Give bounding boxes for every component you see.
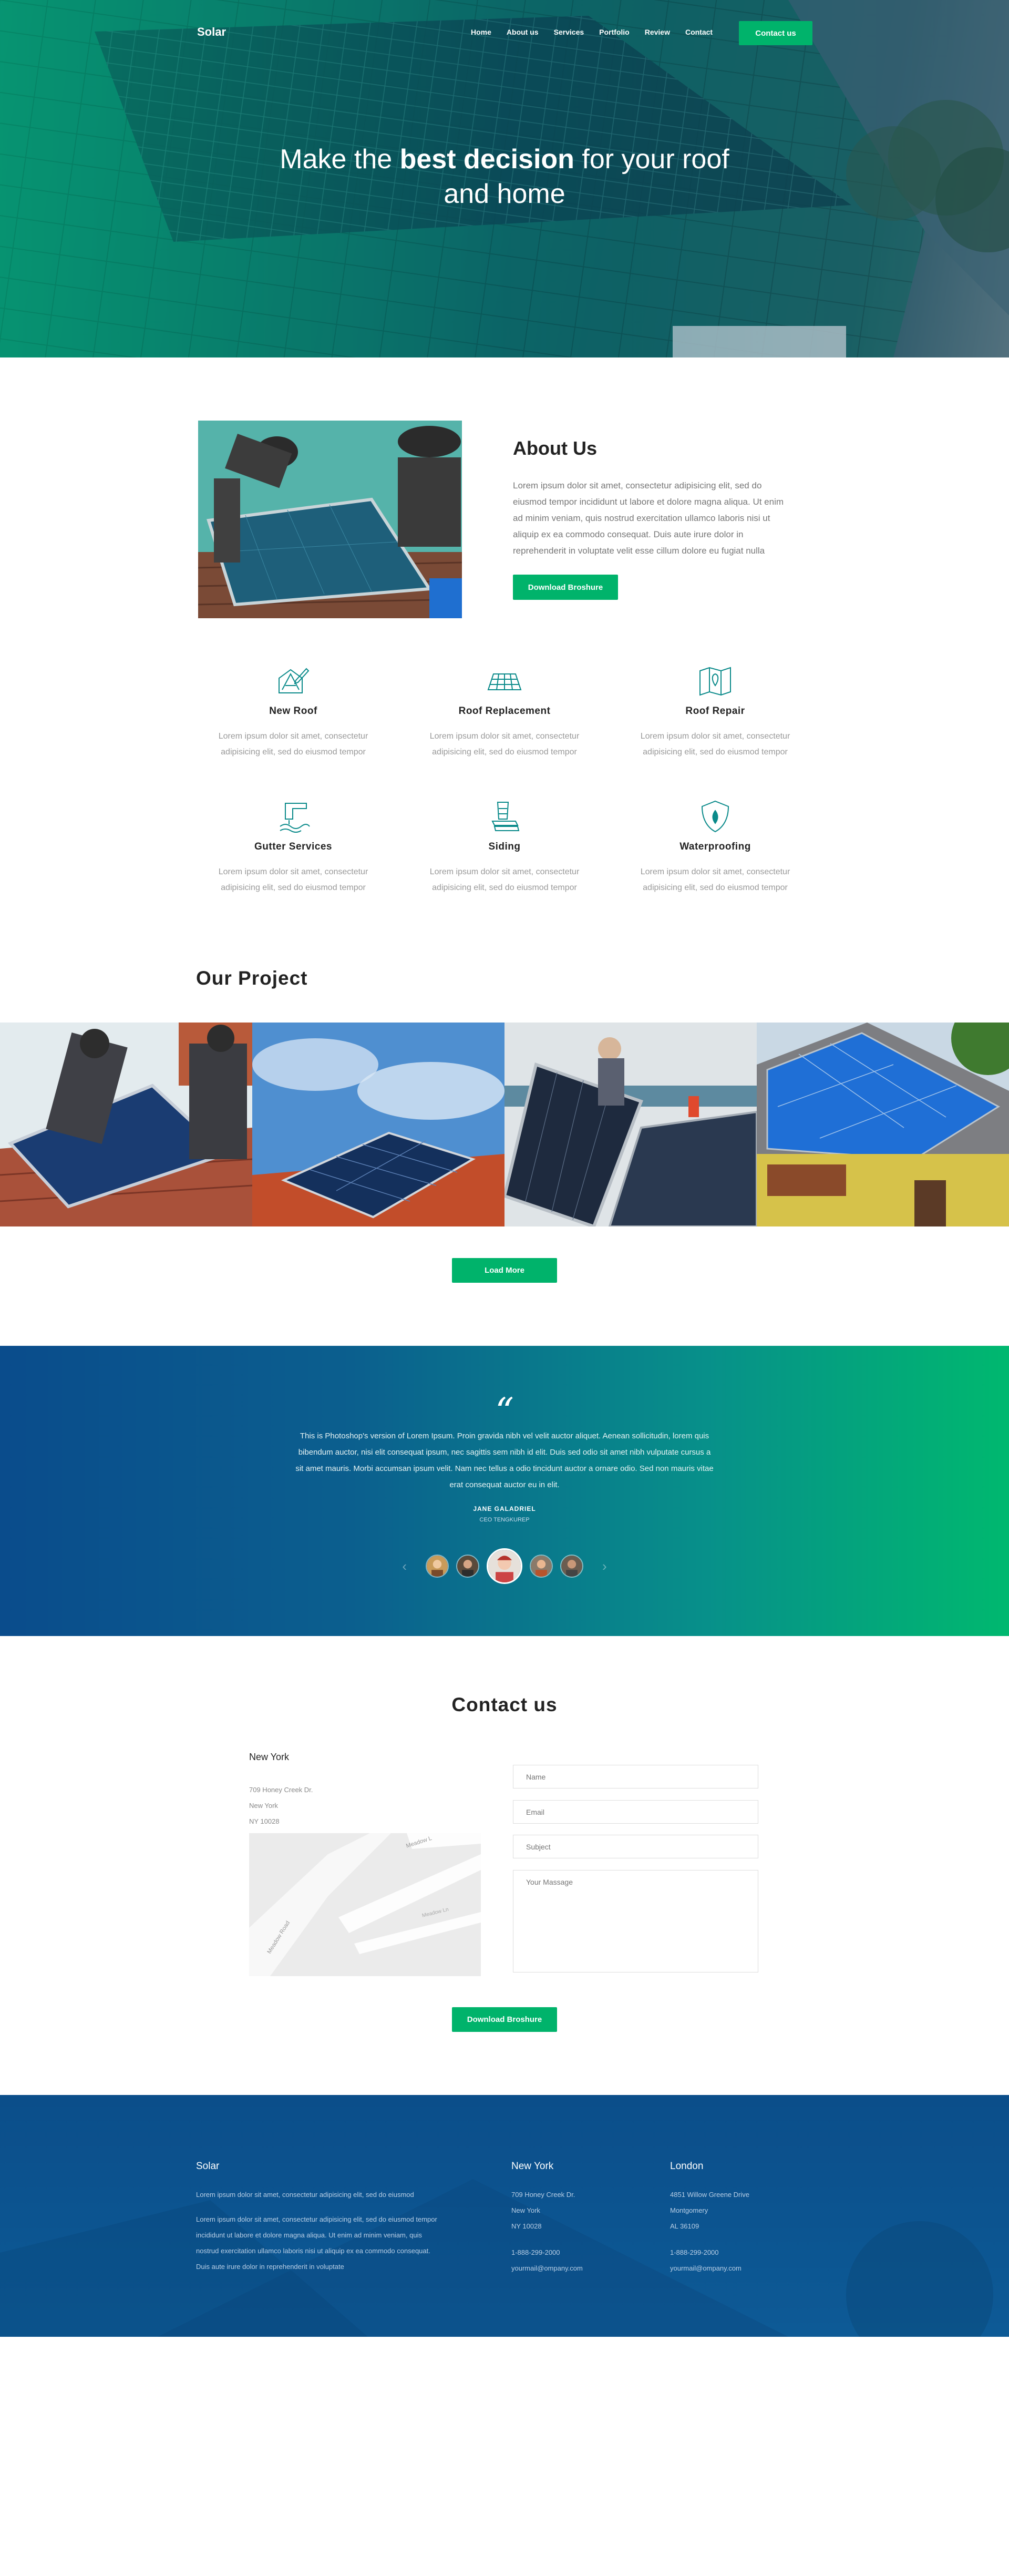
hero-section: Solar Home About us Services Portfolio R… xyxy=(0,0,1009,357)
footer: Solar Lorem ipsum dolor sit amet, consec… xyxy=(0,2095,1009,2337)
address-line: New York xyxy=(511,2206,540,2214)
avatar[interactable] xyxy=(530,1555,553,1578)
nav-review[interactable]: Review xyxy=(645,28,670,36)
load-more-button[interactable]: Load More xyxy=(452,1258,557,1283)
gutter-icon xyxy=(275,798,312,835)
nav-portfolio[interactable]: Portfolio xyxy=(599,28,630,36)
footer-phone[interactable]: 1-888-299-2000 xyxy=(511,2245,583,2261)
service-text: Lorem ipsum dolor sit amet, consectetur … xyxy=(640,867,790,892)
address-line: NY 10028 xyxy=(249,1817,280,1825)
service-gutter: Gutter Services Lorem ipsum dolor sit am… xyxy=(207,798,380,896)
chevron-right-icon[interactable]: › xyxy=(602,1558,607,1575)
service-waterproofing: Waterproofing Lorem ipsum dolor sit amet… xyxy=(629,798,802,896)
address-line: 4851 Willow Greene Drive xyxy=(670,2191,750,2199)
service-title: Waterproofing xyxy=(679,841,751,852)
hero-title-bold: best decision xyxy=(399,144,574,175)
shield-drop-icon xyxy=(697,798,734,835)
project-image[interactable] xyxy=(504,1023,757,1226)
service-text: Lorem ipsum dolor sit amet, consectetur … xyxy=(218,732,368,757)
about-text: Lorem ipsum dolor sit amet, consectetur … xyxy=(513,481,784,556)
quote-icon: “ xyxy=(495,1390,514,1433)
services-section: New Roof Lorem ipsum dolor sit amet, con… xyxy=(0,662,1009,957)
subject-field[interactable] xyxy=(513,1835,758,1858)
about-image xyxy=(198,421,462,618)
address-line: AL 36109 xyxy=(670,2222,699,2230)
footer-city-title: London xyxy=(670,2161,704,2172)
chevron-left-icon[interactable]: ‹ xyxy=(402,1558,407,1575)
service-title: Roof Repair xyxy=(685,706,745,717)
roof-pencil-icon xyxy=(275,662,312,699)
map-pin-icon xyxy=(697,662,734,699)
footer-address: 709 Honey Creek Dr. New York NY 10028 1-… xyxy=(511,2187,583,2276)
message-field[interactable] xyxy=(513,1870,758,1972)
service-title: New Roof xyxy=(269,706,317,717)
siding-icon xyxy=(486,798,523,835)
testimonial-avatars: ‹ › xyxy=(0,1548,1009,1584)
footer-text: Lorem ipsum dolor sit amet, consectetur … xyxy=(196,2215,437,2271)
project-gallery xyxy=(0,1023,1009,1226)
contact-title: Contact us xyxy=(451,1694,558,1715)
footer-email[interactable]: yourmail@ompany.com xyxy=(511,2261,583,2276)
service-siding: Siding Lorem ipsum dolor sit amet, conse… xyxy=(418,798,591,896)
service-title: Gutter Services xyxy=(254,841,332,852)
nav-services[interactable]: Services xyxy=(554,28,584,36)
avatar[interactable] xyxy=(487,1548,522,1584)
main-menu: Home About us Services Portfolio Review … xyxy=(471,28,728,36)
service-title: Siding xyxy=(488,841,521,852)
hero-title-post: for your roof xyxy=(574,144,729,175)
top-nav: Solar Home About us Services Portfolio R… xyxy=(0,0,1009,66)
nav-home[interactable]: Home xyxy=(471,28,491,36)
email-field[interactable] xyxy=(513,1800,758,1824)
address-line: 709 Honey Creek Dr. xyxy=(249,1786,313,1794)
hero-title-line2: and home xyxy=(444,179,565,209)
service-roof-replacement: Roof Replacement Lorem ipsum dolor sit a… xyxy=(418,662,591,760)
footer-brand: Solar xyxy=(196,2161,220,2172)
service-text: Lorem ipsum dolor sit amet, consectetur … xyxy=(218,867,368,892)
contact-city: New York xyxy=(249,1752,290,1762)
hero-title: Make the best decision for your roof and… xyxy=(0,142,1009,211)
name-field[interactable] xyxy=(513,1765,758,1788)
address-line: NY 10028 xyxy=(511,2222,542,2230)
footer-city-title: New York xyxy=(511,2161,554,2172)
project-image[interactable] xyxy=(757,1023,1009,1226)
location-map[interactable]: Meadow L Meadow Road Meadow Ln xyxy=(249,1833,481,1976)
service-new-roof: New Roof Lorem ipsum dolor sit amet, con… xyxy=(207,662,380,760)
address-line: New York xyxy=(249,1802,278,1810)
footer-address: 4851 Willow Greene Drive Montgomery AL 3… xyxy=(670,2187,749,2276)
footer-background-image xyxy=(0,2179,993,2337)
service-text: Lorem ipsum dolor sit amet, consectetur … xyxy=(429,867,580,892)
hero-title-pre: Make the xyxy=(280,144,400,175)
projects-title: Our Project xyxy=(196,967,308,989)
contact-us-button[interactable]: Contact us xyxy=(739,21,812,45)
address-line: Montgomery xyxy=(670,2206,708,2214)
contact-download-brochure-button[interactable]: Download Broshure xyxy=(452,2007,557,2032)
testimonial-section: “ This is Photoshop's version of Lorem I… xyxy=(0,1346,1009,1636)
testimonial-name: JANE GALADRIEL xyxy=(473,1505,536,1512)
site-logo[interactable]: Solar xyxy=(197,25,226,39)
about-title: About Us xyxy=(513,437,597,459)
service-text: Lorem ipsum dolor sit amet, consectetur … xyxy=(640,732,790,757)
footer-text: Lorem ipsum dolor sit amet, consectetur … xyxy=(196,2191,414,2199)
footer-phone[interactable]: 1-888-299-2000 xyxy=(670,2245,749,2261)
project-image[interactable] xyxy=(252,1023,504,1226)
avatar[interactable] xyxy=(560,1555,583,1578)
about-section: About Us Lorem ipsum dolor sit amet, con… xyxy=(0,357,1009,662)
service-title: Roof Replacement xyxy=(458,706,551,717)
download-brochure-button[interactable]: Download Broshure xyxy=(513,575,618,600)
testimonial-quote: This is Photoshop's version of Lorem Ips… xyxy=(295,1432,714,1489)
service-text: Lorem ipsum dolor sit amet, consectetur … xyxy=(429,732,580,757)
avatar[interactable] xyxy=(426,1555,449,1578)
footer-email[interactable]: yourmail@ompany.com xyxy=(670,2261,749,2276)
nav-about[interactable]: About us xyxy=(507,28,539,36)
service-roof-repair: Roof Repair Lorem ipsum dolor sit amet, … xyxy=(629,662,802,760)
contact-address: 709 Honey Creek Dr. New York NY 10028 xyxy=(249,1782,313,1829)
nav-contact[interactable]: Contact xyxy=(685,28,713,36)
address-line: 709 Honey Creek Dr. xyxy=(511,2191,575,2199)
project-image[interactable] xyxy=(0,1023,252,1226)
avatar[interactable] xyxy=(456,1555,479,1578)
testimonial-role: CEO TENGKUREP xyxy=(479,1517,530,1523)
roof-tiles-icon xyxy=(486,662,523,699)
